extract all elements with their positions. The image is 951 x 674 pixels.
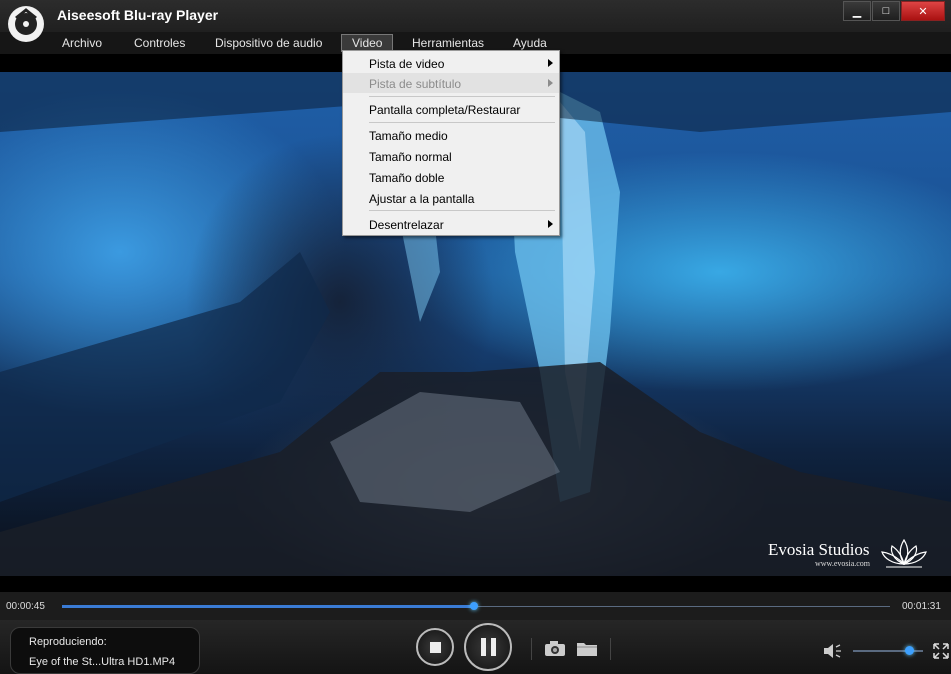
- seek-bar: 00:00:45 00:01:31: [0, 592, 951, 620]
- menu-item-pista-video[interactable]: Pista de video: [343, 53, 559, 73]
- menu-item-ajustar-pantalla[interactable]: Ajustar a la pantalla: [343, 188, 559, 208]
- menu-dispositivo-audio[interactable]: Dispositivo de audio: [215, 36, 322, 50]
- menu-item-pista-subtitulo: Pista de subtítulo: [343, 73, 559, 93]
- app-logo-icon: [8, 6, 44, 42]
- submenu-arrow-icon: [548, 79, 553, 87]
- now-playing-panel: Reproduciendo: Eye of the St...Ultra HD1…: [10, 627, 200, 674]
- pause-button[interactable]: [464, 623, 512, 671]
- seek-progress: [62, 605, 474, 608]
- window-controls: ▁ □ ✕: [843, 1, 945, 21]
- minimize-icon[interactable]: ▁: [843, 1, 871, 21]
- folder-icon[interactable]: [576, 640, 598, 657]
- menu-item-label: Ajustar a la pantalla: [369, 192, 475, 206]
- title-bar: Aiseesoft Blu-ray Player ▁ □ ✕: [0, 0, 951, 32]
- menu-item-label: Tamaño medio: [369, 129, 448, 143]
- control-divider: [610, 638, 611, 660]
- menu-item-label: Pista de subtítulo: [369, 77, 462, 91]
- fullscreen-icon[interactable]: [933, 643, 949, 659]
- control-divider: [531, 638, 532, 660]
- video-watermark-url: www.evosia.com: [815, 559, 871, 568]
- stop-icon: [429, 641, 441, 653]
- video-dropdown-menu: Pista de video Pista de subtítulo Pantal…: [342, 50, 560, 236]
- stop-button[interactable]: [416, 628, 454, 666]
- menu-item-tamano-medio[interactable]: Tamaño medio: [343, 125, 559, 145]
- menu-controles[interactable]: Controles: [134, 36, 185, 50]
- maximize-icon[interactable]: □: [872, 1, 900, 21]
- now-playing-file: Eye of the St...Ultra HD1.MP4: [29, 656, 176, 668]
- app-title: Aiseesoft Blu-ray Player: [57, 7, 219, 23]
- camera-icon[interactable]: [544, 640, 566, 657]
- menu-ayuda[interactable]: Ayuda: [513, 36, 547, 50]
- current-time: 00:00:45: [6, 601, 45, 612]
- letterbox-bottom: [0, 576, 951, 592]
- total-time: 00:01:31: [902, 601, 941, 612]
- volume-icon[interactable]: [823, 643, 845, 659]
- menu-item-label: Tamaño normal: [369, 150, 452, 164]
- menu-herramientas[interactable]: Herramientas: [412, 36, 484, 50]
- menu-archivo[interactable]: Archivo: [62, 36, 102, 50]
- volume-handle[interactable]: [905, 646, 914, 655]
- menu-item-pantalla-completa[interactable]: Pantalla completa/Restaurar: [343, 99, 559, 119]
- menu-separator: [369, 210, 555, 211]
- seek-handle[interactable]: [469, 602, 478, 610]
- close-icon[interactable]: ✕: [901, 1, 945, 21]
- menu-separator: [369, 96, 555, 97]
- submenu-arrow-icon: [548, 220, 553, 228]
- menu-item-label: Tamaño doble: [369, 171, 445, 185]
- menu-separator: [369, 122, 555, 123]
- menu-item-label: Desentrelazar: [369, 218, 444, 232]
- menu-item-tamano-normal[interactable]: Tamaño normal: [343, 146, 559, 166]
- lotus-logo-icon: [881, 538, 927, 568]
- control-bar: Reproduciendo: Eye of the St...Ultra HD1…: [0, 620, 951, 674]
- now-playing-label: Reproduciendo:: [29, 636, 107, 648]
- video-watermark: Evosia Studios: [768, 540, 870, 559]
- menu-item-desentrelazar[interactable]: Desentrelazar: [343, 214, 559, 234]
- menu-item-tamano-doble[interactable]: Tamaño doble: [343, 167, 559, 187]
- menu-item-label: Pista de video: [369, 57, 445, 71]
- pause-icon: [480, 638, 496, 656]
- submenu-arrow-icon: [548, 59, 553, 67]
- menu-item-label: Pantalla completa/Restaurar: [369, 103, 521, 117]
